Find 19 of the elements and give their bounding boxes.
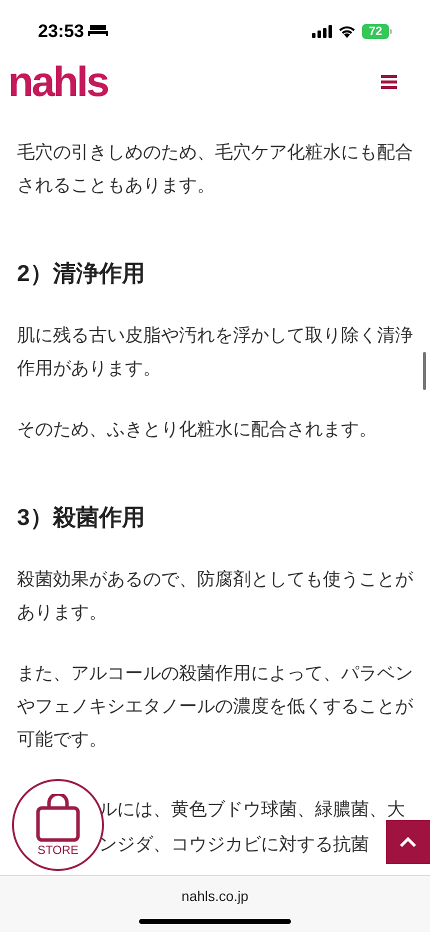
paragraph: 肌に残る古い皮脂や汚れを浮かして取り除く清浄作用があります。 xyxy=(17,324,414,380)
menu-icon[interactable] xyxy=(381,75,397,89)
status-time: 23:53 xyxy=(38,20,84,42)
signal-icon xyxy=(312,24,332,38)
bed-icon xyxy=(88,24,108,38)
site-logo[interactable]: nahls xyxy=(8,61,108,103)
section-heading: 2）清浄作用 xyxy=(17,259,146,288)
scrollbar-icon xyxy=(423,352,426,390)
paragraph: また、アルコールの殺菌作用によって、パラベンやフェノキシエタノールの濃度を低くすることが可能です。 xyxy=(17,662,414,751)
section-heading: 3）殺菌作用 xyxy=(17,503,146,532)
paragraph: 毛穴の引きしめのため、毛穴ケア化粧水にも配合されることもあります。 xyxy=(17,141,414,197)
paragraph: そのため、ふきとり化粧水に配合されます。 xyxy=(17,418,378,441)
url-text[interactable]: nahls.co.jp xyxy=(182,886,248,907)
battery-level: 72 xyxy=(368,25,382,37)
chevron-up-icon xyxy=(399,836,417,848)
paragraph: 殺菌効果があるので、防腐剤としても使うことがあります。 xyxy=(17,568,414,624)
shopping-bag-icon xyxy=(35,794,81,842)
wifi-icon xyxy=(338,24,356,38)
back-to-top-button[interactable] xyxy=(386,820,430,864)
